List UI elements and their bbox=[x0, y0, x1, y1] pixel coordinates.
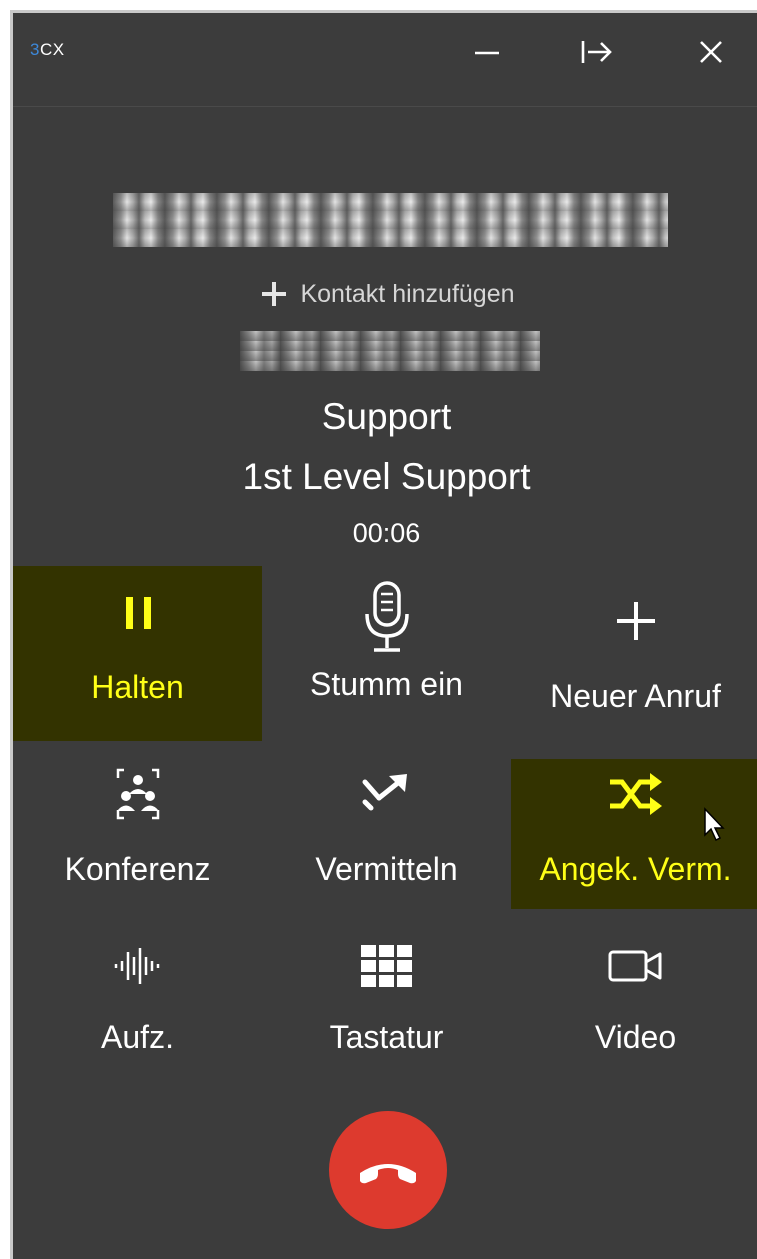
dock-right-icon bbox=[581, 41, 612, 63]
close-icon bbox=[700, 41, 722, 63]
waveform-icon bbox=[110, 931, 166, 1001]
close-button[interactable] bbox=[689, 32, 733, 72]
attended-transfer-label: Angek. Verm. bbox=[539, 851, 732, 887]
hangup-button[interactable] bbox=[329, 1111, 447, 1229]
video-label: Video bbox=[594, 1019, 677, 1055]
record-button[interactable]: Aufz. bbox=[13, 931, 262, 1066]
mouse-cursor-icon bbox=[704, 807, 725, 842]
video-icon bbox=[607, 931, 665, 1001]
title-bar: 3CX bbox=[13, 13, 757, 107]
hold-button[interactable]: Halten bbox=[13, 566, 262, 741]
shuffle-icon bbox=[606, 759, 666, 829]
conference-icon bbox=[110, 759, 166, 829]
queue-name: Support bbox=[321, 396, 452, 437]
keypad-button[interactable]: Tastatur bbox=[262, 931, 511, 1066]
new-call-label: Neuer Anruf bbox=[550, 678, 721, 714]
caller-extension-redacted bbox=[240, 331, 540, 371]
call-window: 3CX Kontakt hinzufügen Support 1st Level… bbox=[10, 10, 757, 1259]
caller-number-redacted bbox=[113, 193, 668, 247]
hold-label: Halten bbox=[91, 669, 184, 705]
group-name: 1st Level Support bbox=[242, 456, 531, 497]
add-contact-link[interactable]: Kontakt hinzufügen bbox=[13, 278, 757, 310]
minimize-icon bbox=[475, 51, 499, 55]
conference-button[interactable]: Konferenz bbox=[13, 759, 262, 909]
transfer-button[interactable]: Vermitteln bbox=[262, 759, 511, 909]
mute-label: Stumm ein bbox=[310, 666, 463, 702]
keypad-label: Tastatur bbox=[329, 1019, 444, 1055]
mute-button[interactable]: Stumm ein bbox=[262, 566, 511, 741]
new-call-button[interactable]: Neuer Anruf bbox=[511, 566, 757, 741]
transfer-label: Vermitteln bbox=[315, 851, 458, 887]
keypad-icon bbox=[358, 931, 416, 1001]
app-logo: 3CX bbox=[30, 40, 65, 59]
minimize-button[interactable] bbox=[465, 32, 509, 72]
record-label: Aufz. bbox=[101, 1019, 174, 1055]
phone-hangup-icon bbox=[360, 1164, 416, 1184]
call-duration: 00:06 bbox=[352, 518, 421, 548]
dock-button[interactable] bbox=[575, 32, 619, 72]
plus-icon bbox=[614, 586, 658, 656]
transfer-icon bbox=[359, 759, 415, 829]
video-button[interactable]: Video bbox=[511, 931, 757, 1066]
microphone-icon bbox=[362, 581, 412, 652]
add-contact-label: Kontakt hinzufügen bbox=[300, 279, 515, 308]
pause-icon bbox=[118, 577, 158, 647]
plus-icon bbox=[262, 282, 287, 306]
conference-label: Konferenz bbox=[64, 851, 211, 887]
